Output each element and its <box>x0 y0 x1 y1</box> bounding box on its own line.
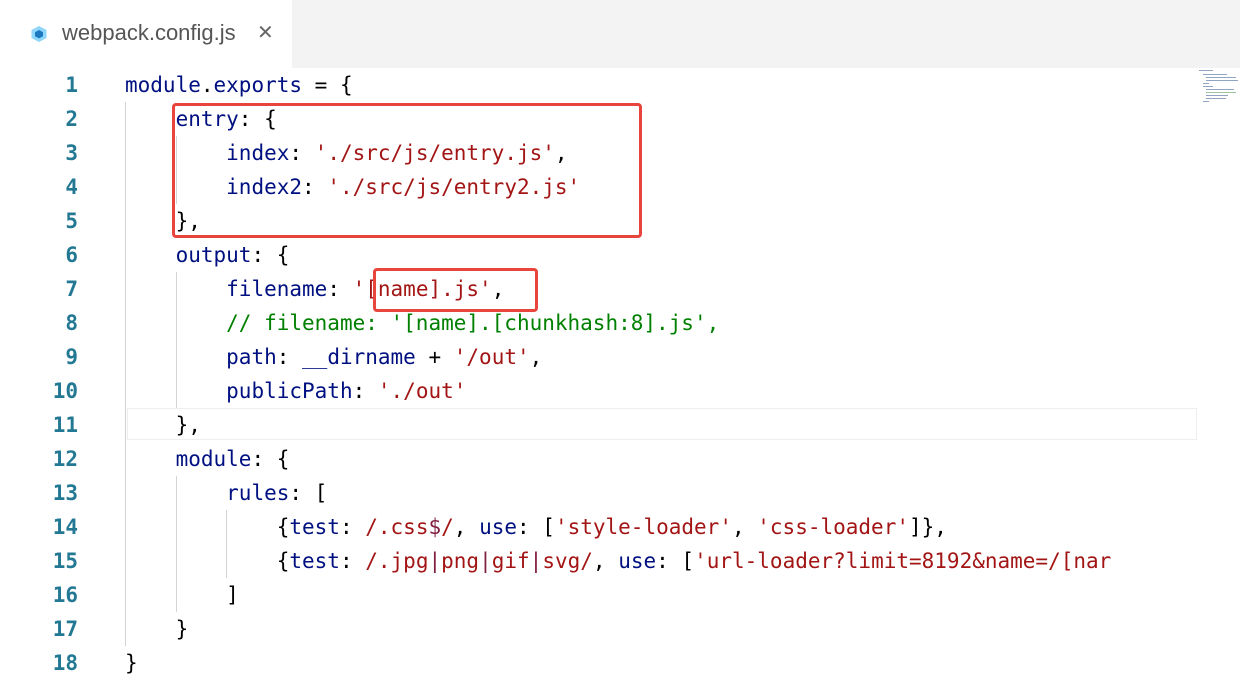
line-number: 7 <box>65 277 78 301</box>
line-number: 9 <box>65 345 78 369</box>
code-text: ] <box>125 583 239 607</box>
code-line[interactable]: 18} <box>0 646 1197 680</box>
code-line[interactable]: 9 path: __dirname + '/out', <box>0 340 1197 374</box>
code-text: rules: [ <box>226 481 328 505</box>
code-text: } <box>125 617 189 641</box>
line-number: 18 <box>52 651 78 675</box>
line-number: 4 <box>65 175 78 199</box>
tab-label: webpack.config.js <box>62 20 236 45</box>
indent-guide <box>125 102 126 646</box>
line-number: 12 <box>52 447 78 471</box>
indent-guide <box>176 476 177 612</box>
line-number: 11 <box>52 413 78 437</box>
line-number: 1 <box>65 73 78 97</box>
line-number: 6 <box>65 243 78 267</box>
code-text: module: { <box>175 447 290 471</box>
line-number: 8 <box>65 311 78 335</box>
indent-guide <box>226 510 227 578</box>
code-line[interactable]: 1 module.exports = { <box>0 68 1197 102</box>
minimap[interactable] <box>1197 68 1240 108</box>
line-number: 13 <box>52 481 78 505</box>
code-line[interactable]: 13 rules: [ <box>0 476 1197 510</box>
code-line[interactable]: 8 // filename: '[name].[chunkhash:8].js'… <box>0 306 1197 340</box>
code-line[interactable]: 11 }, <box>0 408 1197 442</box>
code-text: {test: /.jpg|png|gif|svg/, use: ['url-lo… <box>125 549 1112 573</box>
close-icon[interactable]: ✕ <box>257 20 274 44</box>
line-number: 17 <box>52 617 78 641</box>
code-line[interactable]: 7 filename: '[name].js', <box>0 272 1197 306</box>
code-text: module.exports = { <box>125 73 353 97</box>
vertical-scrollbar[interactable] <box>1197 68 1240 700</box>
entry-highlight-box <box>172 103 642 238</box>
code-text: {test: /.css$/, use: ['style-loader', 'c… <box>125 515 947 539</box>
code-line[interactable]: 16 ] <box>0 578 1197 612</box>
line-number: 10 <box>52 379 78 403</box>
code-line[interactable]: 6 output: { <box>0 238 1197 272</box>
tab-webpack-config[interactable]: webpack.config.js ✕ <box>0 0 292 68</box>
line-number: 2 <box>65 107 78 131</box>
indent-guide <box>176 272 177 408</box>
code-line[interactable]: 15 {test: /.jpg|png|gif|svg/, use: ['url… <box>0 544 1197 578</box>
line-number: 16 <box>52 583 78 607</box>
filename-highlight-box <box>373 268 538 312</box>
code-text: path: __dirname + '/out', <box>226 345 543 369</box>
code-line[interactable]: 12 module: { <box>0 442 1197 476</box>
line-number: 3 <box>65 141 78 165</box>
line-number: 5 <box>65 209 78 233</box>
line-number: 15 <box>52 549 78 573</box>
line-number: 14 <box>52 515 78 539</box>
tab-bar: webpack.config.js ✕ <box>0 0 1240 68</box>
code-text: } <box>125 651 138 675</box>
code-text: }, <box>125 413 201 437</box>
code-text: output: { <box>175 243 290 267</box>
code-line[interactable]: 10 publicPath: './out' <box>0 374 1197 408</box>
webpack-cube-icon <box>31 26 47 42</box>
code-line[interactable]: 14 {test: /.css$/, use: ['style-loader',… <box>0 510 1197 544</box>
code-line[interactable]: 17 } <box>0 612 1197 646</box>
